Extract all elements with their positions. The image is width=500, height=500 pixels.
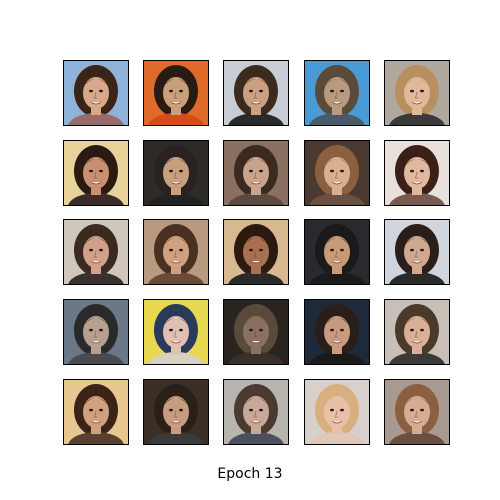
face-image bbox=[385, 300, 449, 364]
face-tile bbox=[143, 60, 209, 126]
face-tile bbox=[223, 219, 289, 285]
face-image bbox=[305, 141, 369, 205]
face-tile bbox=[223, 379, 289, 445]
face-image bbox=[385, 61, 449, 125]
face-tile bbox=[384, 299, 450, 365]
face-tile bbox=[143, 299, 209, 365]
face-image bbox=[144, 300, 208, 364]
face-tile bbox=[223, 60, 289, 126]
face-image bbox=[224, 61, 288, 125]
face-image bbox=[305, 61, 369, 125]
face-tile bbox=[63, 60, 129, 126]
face-tile bbox=[384, 379, 450, 445]
face-tile bbox=[63, 140, 129, 206]
face-tile bbox=[63, 299, 129, 365]
face-tile bbox=[304, 299, 370, 365]
face-tile bbox=[63, 379, 129, 445]
face-tile bbox=[304, 379, 370, 445]
epoch-caption: Epoch 13 bbox=[217, 466, 283, 482]
face-image bbox=[305, 380, 369, 444]
face-image bbox=[224, 141, 288, 205]
face-image bbox=[385, 220, 449, 284]
face-tile bbox=[223, 299, 289, 365]
face-tile bbox=[143, 379, 209, 445]
face-image bbox=[64, 61, 128, 125]
face-image bbox=[144, 220, 208, 284]
face-tile bbox=[304, 60, 370, 126]
face-image bbox=[385, 141, 449, 205]
face-image bbox=[144, 380, 208, 444]
face-image bbox=[144, 61, 208, 125]
face-tile bbox=[304, 219, 370, 285]
face-tile bbox=[63, 219, 129, 285]
face-tile bbox=[143, 219, 209, 285]
face-tile bbox=[384, 60, 450, 126]
face-image bbox=[224, 300, 288, 364]
face-image bbox=[385, 380, 449, 444]
face-tile bbox=[384, 219, 450, 285]
face-image bbox=[64, 300, 128, 364]
face-tile bbox=[304, 140, 370, 206]
face-image bbox=[305, 300, 369, 364]
face-tile bbox=[384, 140, 450, 206]
generated-faces-grid bbox=[0, 0, 500, 500]
face-image bbox=[224, 380, 288, 444]
face-image bbox=[64, 220, 128, 284]
face-tile bbox=[223, 140, 289, 206]
face-image bbox=[64, 380, 128, 444]
face-image bbox=[64, 141, 128, 205]
face-tile bbox=[143, 140, 209, 206]
face-image bbox=[305, 220, 369, 284]
face-image bbox=[144, 141, 208, 205]
face-image bbox=[224, 220, 288, 284]
